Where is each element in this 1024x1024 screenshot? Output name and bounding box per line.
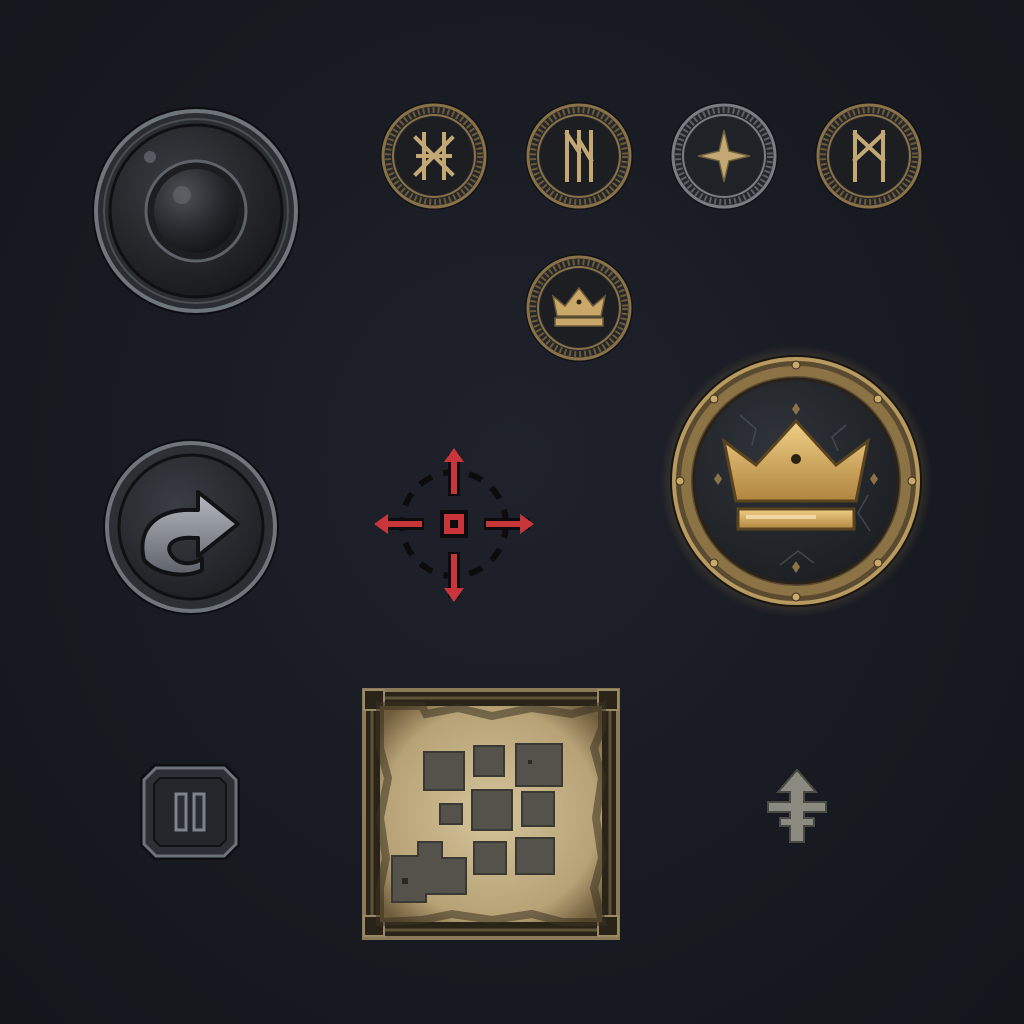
rune-button-star[interactable] — [668, 100, 780, 212]
crown-button-large[interactable] — [660, 345, 932, 617]
rune-button-algiz[interactable] — [378, 100, 490, 212]
pause-button[interactable] — [138, 762, 242, 862]
crosshair-icon — [374, 448, 534, 602]
joystick-knob-icon[interactable] — [90, 105, 302, 317]
crosshair-cursor — [372, 444, 536, 608]
redo-button[interactable] — [102, 438, 280, 616]
rune-button-m[interactable] — [813, 100, 925, 212]
waypoint-marker — [766, 768, 828, 844]
rune-button-n[interactable] — [523, 100, 635, 212]
minimap[interactable] — [362, 688, 620, 940]
virtual-joystick[interactable] — [90, 105, 302, 317]
arrow-up-marker-icon — [767, 768, 827, 843]
dungeon-map-icon[interactable] — [362, 688, 620, 940]
crown-button-small[interactable] — [523, 252, 635, 364]
